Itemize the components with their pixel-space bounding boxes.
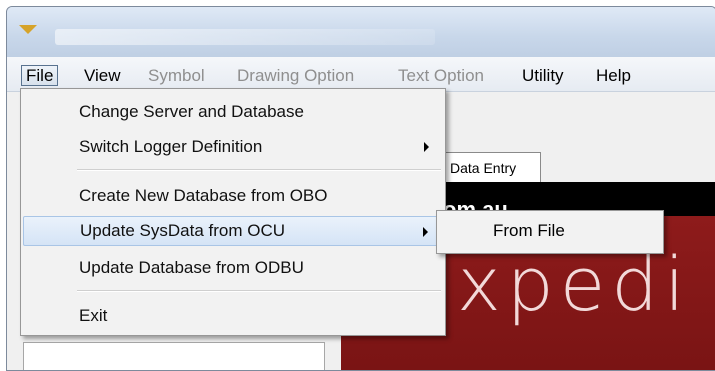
submenu-arrow-icon — [423, 227, 428, 237]
tab-data-entry[interactable]: Data Entry — [441, 152, 541, 182]
menu-item-label: Update SysData from OCU — [80, 221, 286, 240]
update-sysdata-submenu: From File — [436, 210, 664, 254]
menu-help[interactable]: Help — [591, 65, 636, 86]
menu-item-create-database[interactable]: Create New Database from OBO — [23, 181, 443, 211]
menu-item-label: Change Server and Database — [79, 102, 304, 121]
app-icon[interactable] — [19, 25, 37, 34]
menu-item-label: Switch Logger Definition — [79, 137, 263, 156]
menu-item-update-database[interactable]: Update Database from ODBU — [23, 253, 443, 283]
title-bar[interactable] — [7, 7, 715, 57]
menu-item-from-file[interactable]: From File — [439, 216, 661, 246]
menu-view[interactable]: View — [79, 65, 126, 86]
menu-symbol[interactable]: Symbol — [143, 65, 210, 86]
menu-drawing-option[interactable]: Drawing Option — [232, 65, 359, 86]
brand-logo-text: xpedi — [457, 242, 691, 328]
menu-item-label: Update Database from ODBU — [79, 258, 304, 277]
menu-item-label: Create New Database from OBO — [79, 186, 328, 205]
menu-item-exit[interactable]: Exit — [23, 301, 443, 331]
menu-separator — [77, 290, 441, 292]
menu-item-update-sysdata[interactable]: Update SysData from OCU — [23, 216, 443, 246]
menu-file[interactable]: File — [21, 65, 59, 86]
menu-item-change-server[interactable]: Change Server and Database — [23, 97, 443, 127]
file-menu-dropdown: Change Server and Database Switch Logger… — [20, 88, 446, 336]
submenu-arrow-icon — [424, 142, 429, 152]
window-title-blurred — [55, 29, 435, 45]
menu-utility[interactable]: Utility — [517, 65, 569, 86]
menu-separator — [77, 169, 441, 171]
menu-item-switch-logger[interactable]: Switch Logger Definition — [23, 132, 443, 162]
menu-item-label: From File — [493, 221, 565, 240]
menu-text-option[interactable]: Text Option — [393, 65, 489, 86]
menu-bar: File View Symbol Drawing Option Text Opt… — [7, 57, 715, 92]
left-panel[interactable] — [23, 342, 325, 370]
menu-item-label: Exit — [79, 306, 108, 325]
